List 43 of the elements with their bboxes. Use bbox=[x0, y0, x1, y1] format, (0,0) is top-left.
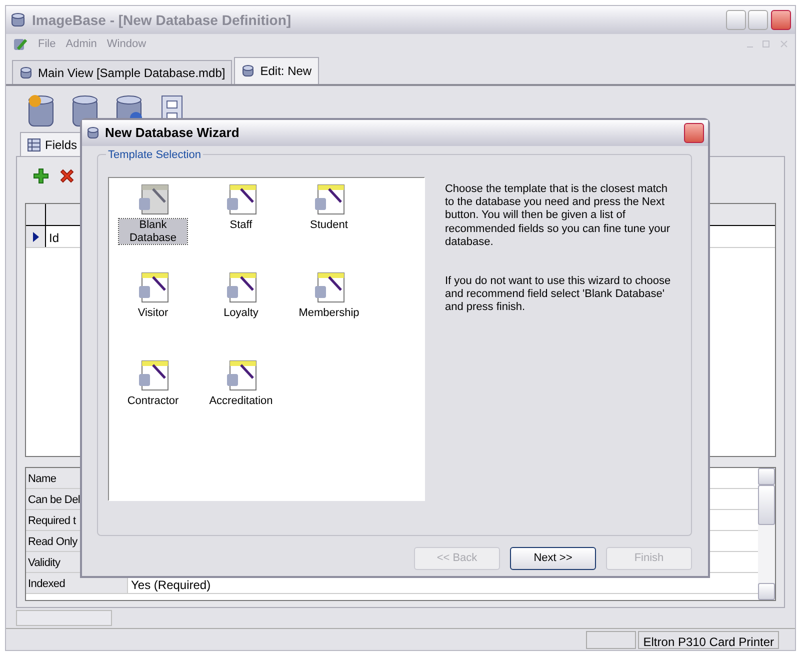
template-wizard-icon bbox=[136, 358, 170, 392]
plus-icon bbox=[33, 168, 49, 184]
template-wizard-icon bbox=[312, 182, 346, 216]
database-icon bbox=[19, 66, 33, 80]
delete-icon bbox=[59, 168, 75, 184]
dialog-title: New Database Wizard bbox=[105, 124, 240, 142]
new-database-icon bbox=[26, 94, 56, 128]
status-printer: Eltron P310 Card Printer bbox=[638, 630, 779, 648]
template-label[interactable]: Staff bbox=[228, 219, 254, 232]
description-text: If you do not want to use this wizard to choose and recommend field select 'Blank Database' and press finish. bbox=[444, 274, 672, 314]
template-label[interactable]: Student bbox=[309, 219, 349, 232]
template-wizard-icon bbox=[312, 270, 346, 304]
template-wizard-icon bbox=[224, 358, 258, 392]
close-button[interactable] bbox=[771, 10, 791, 30]
toolbar-button[interactable] bbox=[26, 94, 56, 128]
template-label[interactable]: Accreditation bbox=[208, 395, 274, 408]
blank-template-icon bbox=[136, 182, 170, 216]
database-icon bbox=[241, 64, 256, 78]
template-label[interactable]: Visitor bbox=[136, 307, 170, 320]
remove-button[interactable] bbox=[59, 168, 75, 184]
template-label[interactable]: Membership bbox=[298, 307, 360, 320]
table-cell-text: Id bbox=[48, 230, 60, 247]
status-panel bbox=[586, 630, 636, 648]
wand-icon bbox=[12, 36, 28, 52]
property-value: Yes (Required) bbox=[130, 577, 212, 593]
document-tab[interactable]: Main View [Sample Database.mdb] bbox=[12, 60, 232, 84]
add-button[interactable] bbox=[33, 168, 49, 184]
template-label[interactable]: Loyalty bbox=[222, 307, 260, 320]
scrollbar[interactable] bbox=[758, 468, 775, 600]
wizard-button[interactable]: Next >> bbox=[510, 547, 596, 570]
window-controls-icon bbox=[745, 38, 789, 49]
database-icon bbox=[10, 12, 26, 28]
template-label[interactable]: Blank Database bbox=[119, 219, 187, 244]
template-wizard-icon bbox=[224, 270, 258, 304]
template-label[interactable]: Contractor bbox=[126, 395, 180, 408]
template-wizard-icon bbox=[224, 182, 258, 216]
description-text: Choose the template that is the closest match to the database you need and press the Next button. You will then be given a list of recommended fields so you can fine tune your database. bbox=[444, 183, 672, 249]
document-tab[interactable]: Edit: New bbox=[234, 57, 319, 84]
close-button[interactable] bbox=[684, 123, 704, 143]
table-icon bbox=[27, 138, 41, 152]
window-title: ImageBase - [New Database Definition] bbox=[32, 10, 292, 30]
template-wizard-icon bbox=[136, 270, 170, 304]
group-title: Template Selection bbox=[106, 147, 203, 164]
